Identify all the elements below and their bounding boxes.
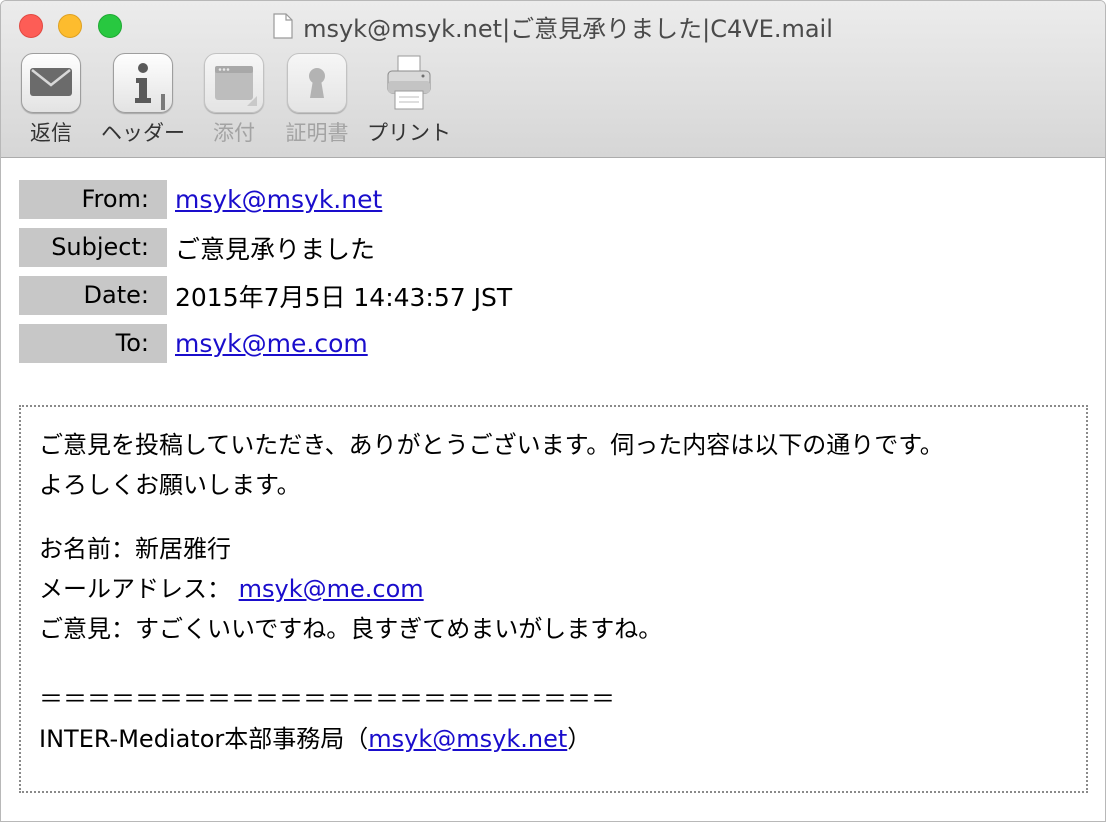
subject-value: ご意見承りました: [175, 234, 376, 264]
signature-link[interactable]: msyk@msyk.net: [368, 725, 567, 753]
reply-label: 返信: [30, 121, 72, 145]
date-row: Date: 2015年7月5日 14:43:57 JST: [19, 276, 512, 315]
date-label: Date:: [19, 276, 167, 315]
from-row: From: msyk@msyk.net: [19, 180, 382, 219]
signature-suffix: ）: [567, 725, 592, 753]
name-line: お名前：新居雅行: [39, 535, 231, 563]
print-label: プリント: [367, 121, 451, 145]
to-link[interactable]: msyk@me.com: [175, 329, 368, 358]
body-line-2: よろしくお願いします。: [39, 471, 301, 499]
to-row: To: msyk@me.com: [19, 324, 368, 363]
attachment-button[interactable]: 添付: [191, 53, 277, 147]
window-title: msyk@msyk.net|ご意見承りました|C4VE.mail: [303, 14, 833, 43]
subject-label: Subject:: [19, 228, 167, 267]
titlebar: msyk@msyk.net|ご意見承りました|C4VE.mail 返信 ヘッダー…: [1, 1, 1105, 158]
email-line: メールアドレス： msyk@me.com: [39, 569, 1068, 609]
document-icon: [273, 13, 293, 39]
from-link[interactable]: msyk@msyk.net: [175, 185, 382, 214]
keyhole-icon: [287, 53, 347, 113]
info-icon: [113, 53, 173, 113]
mail-window: msyk@msyk.net|ご意見承りました|C4VE.mail 返信 ヘッダー…: [0, 0, 1106, 822]
window-title-area: msyk@msyk.net|ご意見承りました|C4VE.mail: [1, 9, 1105, 43]
printer-icon: [379, 53, 439, 113]
separator-line: ＝＝＝＝＝＝＝＝＝＝＝＝＝＝＝＝＝＝＝＝＝＝＝＝: [39, 685, 615, 713]
attachment-label: 添付: [213, 121, 255, 145]
print-button[interactable]: プリント: [366, 53, 452, 147]
opinion-line: ご意見：すごくいいですね。良すぎてめまいがしますね。: [39, 615, 663, 643]
from-label: From:: [19, 180, 167, 219]
signature-prefix: INTER-Mediator本部事務局（: [39, 725, 369, 753]
email-link[interactable]: msyk@me.com: [239, 575, 424, 603]
attachment-window-icon: [204, 53, 264, 113]
envelope-icon: [21, 53, 81, 113]
header-button[interactable]: ヘッダー: [100, 53, 186, 147]
reply-button[interactable]: 返信: [8, 53, 94, 147]
subject-row: Subject: ご意見承りました: [19, 228, 375, 267]
certificate-label: 証明書: [285, 121, 349, 145]
to-label: To:: [19, 324, 167, 363]
email-line-label: メールアドレス：: [39, 575, 231, 603]
body-line-1: ご意見を投稿していただき、ありがとうございます。伺った内容は以下の通りです。: [39, 431, 944, 459]
message-body: ご意見を投稿していただき、ありがとうございます。伺った内容は以下の通りです。 よ…: [19, 405, 1088, 793]
date-value: 2015年7月5日 14:43:57 JST: [175, 282, 513, 312]
message-content: From: msyk@msyk.net Subject: ご意見承りました Da…: [1, 158, 1105, 821]
signature-line: INTER-Mediator本部事務局（msyk@msyk.net）: [39, 719, 1068, 759]
certificate-button[interactable]: 証明書: [274, 53, 360, 147]
header-label: ヘッダー: [101, 121, 185, 145]
